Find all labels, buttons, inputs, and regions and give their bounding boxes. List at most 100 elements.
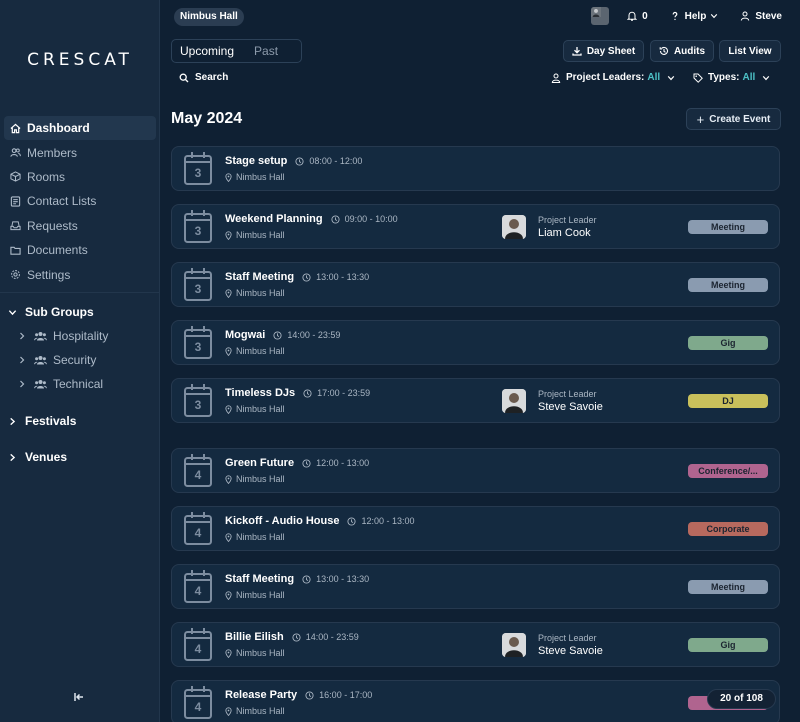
event-date: 4 bbox=[184, 453, 212, 487]
event-time-text: 12:00 - 13:00 bbox=[361, 516, 415, 526]
user-menu[interactable]: Steve bbox=[740, 11, 782, 22]
event-time: 14:00 - 23:59 bbox=[292, 632, 359, 642]
chevron-right-icon bbox=[10, 417, 16, 425]
event-card[interactable]: 4 Kickoff - Audio House 12:00 - 13:00 Nimbu… bbox=[171, 506, 780, 551]
sidebar-item-documents[interactable]: Documents bbox=[4, 238, 156, 262]
event-time-text: 16:00 - 17:00 bbox=[319, 690, 373, 700]
sidebar-item-settings[interactable]: Settings bbox=[4, 262, 156, 286]
project-leader-label: Project Leader bbox=[538, 389, 597, 399]
venue-badge[interactable]: Nimbus Hall bbox=[174, 8, 244, 26]
rooms-icon bbox=[10, 171, 21, 183]
time-filter-tabs: Upcoming Past bbox=[171, 39, 302, 63]
tab-upcoming[interactable]: Upcoming bbox=[172, 40, 242, 62]
location-pin-icon bbox=[225, 288, 232, 298]
types-filter[interactable]: Types: All bbox=[693, 72, 770, 83]
event-location-text: Nimbus Hall bbox=[236, 474, 285, 484]
create-event-button[interactable]: + Create Event bbox=[686, 108, 781, 130]
contact-lists-icon bbox=[10, 196, 21, 207]
tab-past[interactable]: Past bbox=[242, 40, 286, 62]
event-location: Nimbus Hall bbox=[225, 288, 285, 298]
event-type-badge: Gig bbox=[688, 336, 768, 350]
festivals-label: Festivals bbox=[25, 414, 77, 428]
sidebar-nav: Dashboard Members Rooms Contact Lists Re… bbox=[4, 116, 156, 287]
event-date: 3 bbox=[184, 267, 212, 301]
event-title: Weekend Planning bbox=[225, 213, 323, 225]
project-leaders-value: All bbox=[647, 72, 661, 83]
festivals-toggle[interactable]: Festivals bbox=[8, 414, 76, 428]
sub-groups-toggle[interactable]: Sub Groups bbox=[8, 305, 94, 319]
event-title: Kickoff - Audio House bbox=[225, 515, 340, 527]
event-time: 14:00 - 23:59 bbox=[273, 330, 340, 340]
list-view-button[interactable]: List View bbox=[719, 40, 781, 62]
venues-toggle[interactable]: Venues bbox=[8, 450, 67, 464]
app-logo[interactable]: CRESCAT bbox=[0, 50, 160, 70]
event-card[interactable]: 3 Staff Meeting 13:00 - 13:30 Nimbus Hall Me… bbox=[171, 262, 780, 307]
event-card[interactable]: 4Release Party16:00 - 17:00Nimbus HallCo bbox=[171, 680, 780, 722]
event-card[interactable]: 3 Mogwai 14:00 - 23:59 Nimbus Hall Gig bbox=[171, 320, 780, 365]
event-location: Nimbus Hall bbox=[225, 346, 285, 356]
event-location-text: Nimbus Hall bbox=[236, 590, 285, 600]
event-title-row: Timeless DJs 17:00 - 23:59 bbox=[225, 387, 370, 399]
project-leader-name: Liam Cook bbox=[538, 227, 591, 239]
event-time-text: 13:00 - 13:30 bbox=[316, 574, 370, 584]
event-location: Nimbus Hall bbox=[225, 590, 285, 600]
requests-icon bbox=[10, 221, 21, 231]
event-title-row: Staff Meeting 13:00 - 13:30 bbox=[225, 271, 369, 283]
event-date: 4 bbox=[184, 569, 212, 603]
user-icon bbox=[741, 11, 750, 21]
project-leader-name: Steve Savoie bbox=[538, 645, 603, 657]
event-card[interactable]: 4 Green Future 12:00 - 13:00 Nimbus Hall Con… bbox=[171, 448, 780, 493]
event-card[interactable]: 4 Billie Eilish 14:00 - 23:59 Nimbus Hall Pr… bbox=[171, 622, 780, 667]
event-location: Nimbus Hall bbox=[225, 474, 285, 484]
location-pin-icon bbox=[225, 404, 232, 414]
members-icon bbox=[10, 148, 21, 157]
project-leader-label: Project Leader bbox=[538, 633, 597, 643]
sidebar-item-requests[interactable]: Requests bbox=[4, 214, 156, 238]
sidebar-item-rooms[interactable]: Rooms bbox=[4, 165, 156, 189]
home-icon bbox=[10, 123, 21, 133]
notifications-button[interactable]: 0 bbox=[627, 11, 648, 22]
pagination-counter: 20 of 108 bbox=[707, 689, 776, 709]
event-type-badge: DJ bbox=[688, 394, 768, 408]
sub-group-label: Hospitality bbox=[53, 329, 109, 343]
help-menu[interactable]: Help bbox=[670, 11, 719, 22]
event-title-row: Stage setup 08:00 - 12:00 bbox=[225, 155, 362, 167]
event-day: 3 bbox=[194, 224, 202, 238]
search-button[interactable]: Search bbox=[179, 72, 228, 83]
sidebar-item-members[interactable]: Members bbox=[4, 140, 156, 164]
header-actions: 0 Help Steve bbox=[591, 6, 782, 26]
audits-button[interactable]: Audits bbox=[650, 40, 714, 62]
event-card[interactable]: 4 Staff Meeting 13:00 - 13:30 Nimbus Hall Me… bbox=[171, 564, 780, 609]
project-leaders-filter[interactable]: Project Leaders: All bbox=[551, 72, 675, 83]
event-card[interactable]: 3 Timeless DJs 17:00 - 23:59 Nimbus Hall Pro… bbox=[171, 378, 780, 423]
event-card[interactable]: 3 Weekend Planning 09:00 - 10:00 Nimbus Hal… bbox=[171, 204, 780, 249]
sub-group-security[interactable]: Security bbox=[18, 353, 96, 367]
user-name: Steve bbox=[755, 10, 782, 22]
event-title: Timeless DJs bbox=[225, 387, 296, 399]
event-location-text: Nimbus Hall bbox=[236, 532, 285, 542]
list-view-label: List View bbox=[728, 45, 772, 57]
leader-avatar bbox=[502, 215, 526, 239]
sidebar-item-contact-lists[interactable]: Contact Lists bbox=[4, 189, 156, 213]
collapse-sidebar-icon[interactable] bbox=[73, 691, 85, 703]
event-location-text: Nimbus Hall bbox=[236, 346, 285, 356]
event-card[interactable]: 3 Stage setup 08:00 - 12:00 Nimbus Hall bbox=[171, 146, 780, 191]
sub-group-label: Technical bbox=[53, 377, 104, 391]
leader-avatar bbox=[502, 389, 526, 413]
user-avatar[interactable] bbox=[591, 7, 610, 25]
leader-photo bbox=[502, 389, 526, 413]
event-location-text: Nimbus Hall bbox=[236, 706, 285, 716]
sub-group-hospitality[interactable]: Hospitality bbox=[18, 329, 108, 343]
question-icon bbox=[672, 11, 678, 21]
sidebar-item-label: Requests bbox=[27, 218, 78, 233]
sub-group-technical[interactable]: Technical bbox=[18, 377, 103, 391]
help-label: Help bbox=[684, 10, 707, 22]
sidebar-item-label: Rooms bbox=[27, 169, 66, 184]
user-icon bbox=[551, 73, 561, 83]
event-location: Nimbus Hall bbox=[225, 172, 285, 182]
day-sheet-button[interactable]: Day Sheet bbox=[563, 40, 644, 62]
avatar-image bbox=[591, 7, 602, 17]
clock-icon bbox=[305, 690, 314, 700]
sidebar-item-dashboard[interactable]: Dashboard bbox=[4, 116, 156, 141]
event-day: 4 bbox=[194, 642, 202, 656]
